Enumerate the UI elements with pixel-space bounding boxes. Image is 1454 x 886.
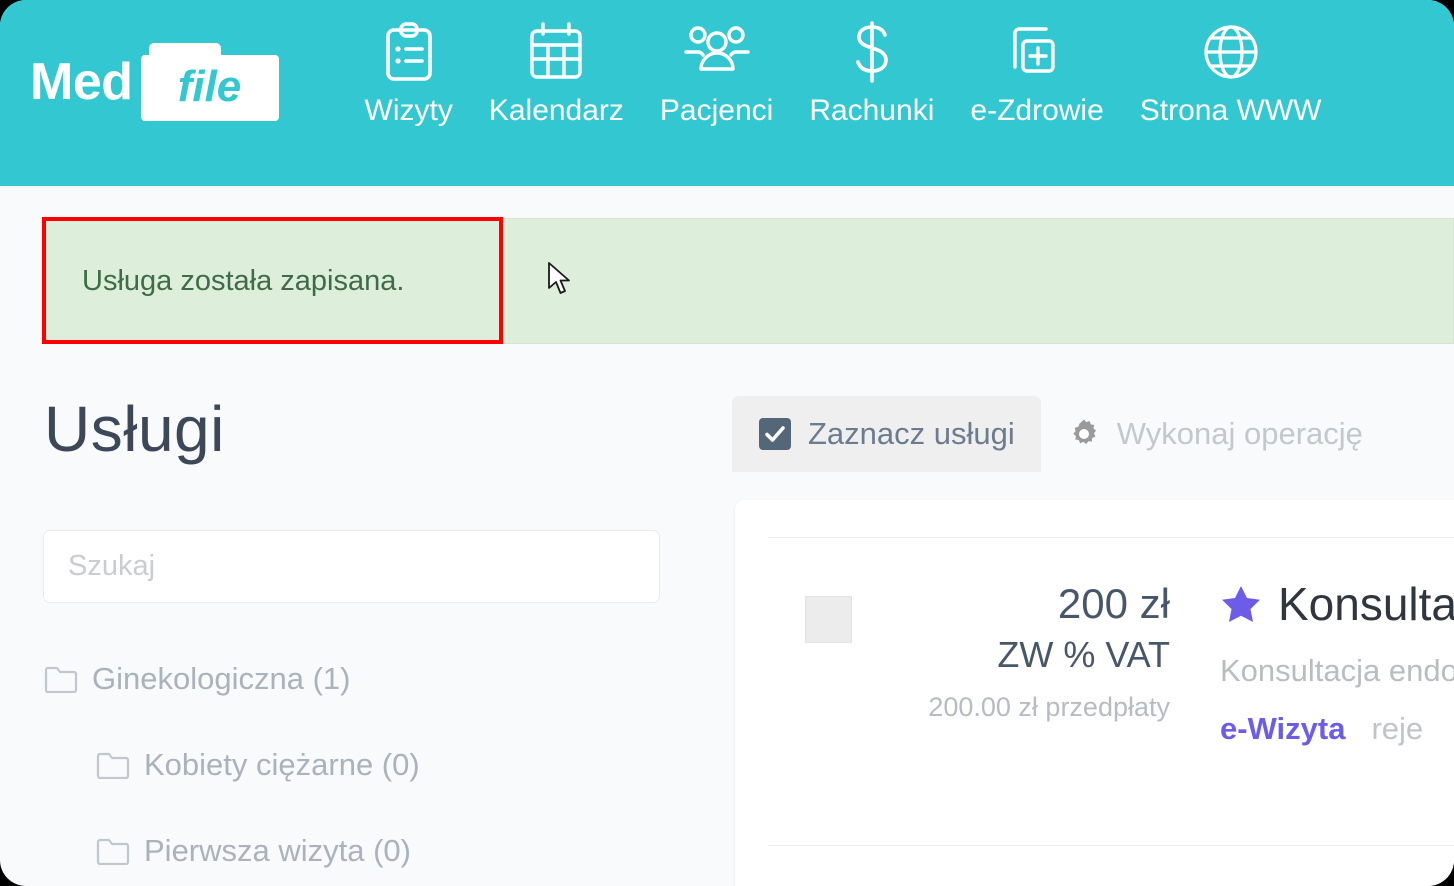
nav-item-strona-www[interactable]: Strona WWW	[1122, 18, 1340, 127]
tree-item-label: Ginekologiczna (1)	[92, 661, 351, 696]
folder-icon	[96, 751, 130, 779]
nav-item-ezdrowie[interactable]: e-Zdrowie	[952, 18, 1121, 127]
tree-item-label: Pierwsza wizyta (0)	[144, 833, 411, 868]
nav-item-wizyty[interactable]: Wizyty	[347, 18, 471, 127]
top-navigation-bar: Med file Wizyty Kalendarz Pacjenci Rachu…	[0, 0, 1454, 186]
service-description: Konsultacja endo	[1220, 652, 1454, 688]
globe-icon	[1200, 18, 1262, 86]
tab-label: Zaznacz usługi	[808, 416, 1015, 451]
nav-item-pacjenci[interactable]: Pacjenci	[642, 18, 791, 127]
tree-item-pierwsza-wizyta[interactable]: Pierwsza wizyta (0)	[96, 827, 684, 875]
medical-document-icon	[1006, 18, 1068, 86]
tab-wykonaj-operacje[interactable]: Wykonaj operację	[1041, 396, 1389, 472]
nav-label-pacjenci: Pacjenci	[659, 94, 774, 127]
rejestracja-link[interactable]: reje	[1371, 711, 1423, 747]
folder-icon	[44, 665, 78, 693]
row-select-checkbox[interactable]	[805, 596, 852, 643]
medfile-logo[interactable]: Med file	[30, 43, 279, 121]
service-vat: ZW % VAT	[997, 634, 1170, 676]
service-title: Konsulta	[1278, 578, 1454, 630]
table-row: 200 zł ZW % VAT 200.00 zł przedpłaty Kon…	[735, 538, 1454, 845]
service-info-column: Konsulta Konsultacja endo e-Wizyta reje	[1220, 578, 1454, 747]
tab-label: Wykonaj operację	[1116, 416, 1363, 451]
service-prepayment: 200.00 zł przedpłaty	[928, 692, 1170, 723]
card-divider-bottom	[768, 845, 1454, 846]
tree-item-label: Kobiety ciężarne (0)	[144, 747, 420, 782]
page-title: Usługi	[44, 393, 225, 465]
nav-label-kalendarz: Kalendarz	[488, 94, 624, 127]
calendar-icon	[526, 18, 586, 86]
mouse-cursor	[548, 262, 570, 294]
tab-zaznacz-uslugi[interactable]: Zaznacz usługi	[732, 396, 1041, 472]
nav-item-kalendarz[interactable]: Kalendarz	[471, 18, 642, 127]
checkbox-checked-icon	[758, 417, 792, 451]
e-wizyta-link[interactable]: e-Wizyta	[1220, 711, 1345, 747]
nav-label-rachunki: Rachunki	[809, 94, 935, 127]
nav-item-rachunki[interactable]: Rachunki	[791, 18, 952, 127]
tree-item-kobiety-ciezarne[interactable]: Kobiety ciężarne (0)	[96, 741, 684, 789]
dollar-icon	[849, 18, 895, 86]
success-alert: Usługa została zapisana.	[42, 218, 1454, 344]
app-window: Med file Wizyty Kalendarz Pacjenci Rachu…	[0, 0, 1454, 886]
service-price: 200 zł	[1057, 580, 1170, 627]
search-input[interactable]	[43, 530, 660, 603]
nav-label-strona-www: Strona WWW	[1139, 94, 1322, 127]
clipboard-icon	[381, 18, 437, 86]
nav-label-wizyty: Wizyty	[364, 94, 453, 127]
service-links: e-Wizyta reje	[1220, 711, 1454, 747]
folder-body-shape: file	[140, 55, 279, 121]
folder-icon	[96, 837, 130, 865]
service-title-row: Konsulta	[1220, 578, 1454, 631]
service-category-tree: Ginekologiczna (1) Kobiety ciężarne (0) …	[44, 655, 684, 886]
star-icon	[1220, 583, 1262, 625]
brand-word-file: file	[177, 61, 242, 111]
nav-label-ezdrowie: e-Zdrowie	[970, 94, 1104, 127]
toolbar-tabs: Zaznacz usługi Wykonaj operację	[732, 396, 1389, 472]
services-list-card: 200 zł ZW % VAT 200.00 zł przedpłaty Kon…	[735, 500, 1454, 886]
nav-items: Wizyty Kalendarz Pacjenci Rachunki e-Zdr…	[347, 18, 1340, 127]
price-column: 200 zł ZW % VAT 200.00 zł przedpłaty	[895, 580, 1170, 734]
brand-word-med: Med	[30, 53, 133, 111]
tree-item-ginekologiczna[interactable]: Ginekologiczna (1)	[44, 655, 684, 703]
gear-icon	[1067, 417, 1101, 451]
people-icon	[682, 18, 752, 86]
brand-folder-icon: file	[140, 43, 279, 121]
alert-message: Usługa została zapisana.	[82, 264, 405, 297]
